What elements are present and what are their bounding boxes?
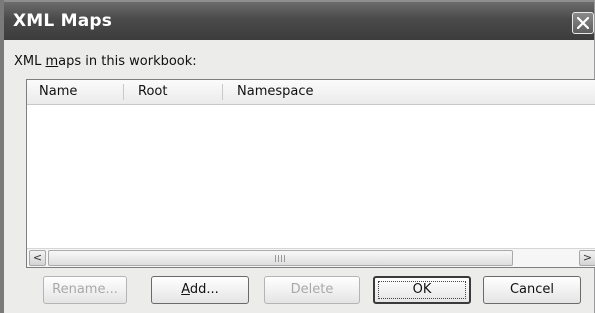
xml-maps-list[interactable]: Name Root Namespace < > [26, 79, 595, 268]
cancel-button[interactable]: Cancel [483, 276, 581, 304]
horizontal-scrollbar[interactable]: < > [27, 248, 595, 267]
delete-button-label: Delete [290, 282, 334, 297]
list-header: Name Root Namespace [27, 80, 595, 105]
caption-accelerator: m [45, 54, 59, 69]
column-header-name[interactable]: Name [39, 80, 77, 104]
chevron-left-icon: < [32, 251, 43, 264]
close-icon [577, 17, 589, 29]
add-accelerator: A [181, 282, 190, 297]
title-bar: XML Maps [4, 0, 594, 40]
ok-button-label: OK [412, 282, 432, 297]
cancel-button-label: Cancel [509, 282, 555, 297]
scroll-right-button[interactable]: > [579, 250, 595, 266]
dialog-title: XML Maps [13, 11, 113, 31]
caption-prefix: XML [14, 54, 46, 69]
column-header-root[interactable]: Root [138, 80, 167, 104]
ok-button[interactable]: OK [373, 276, 471, 304]
maps-list-caption: XML maps in this workbook: [14, 54, 197, 69]
column-divider[interactable] [123, 84, 124, 100]
column-header-namespace[interactable]: Namespace [237, 80, 314, 104]
close-button[interactable] [572, 12, 594, 34]
caption-suffix: aps in this workbook: [58, 54, 197, 69]
column-divider[interactable] [222, 84, 223, 100]
delete-button[interactable]: Delete [264, 276, 360, 304]
scroll-thumb[interactable] [48, 250, 513, 266]
add-button-label: dd... [189, 282, 219, 297]
rename-button[interactable]: Rename... [43, 276, 127, 304]
rename-button-label: Rename... [52, 282, 118, 297]
xml-maps-dialog: XML Maps XML maps in this workbook: Name… [0, 0, 595, 313]
grip-icon [275, 255, 285, 262]
scroll-left-button[interactable]: < [29, 250, 46, 266]
add-button[interactable]: Add... [151, 276, 249, 304]
chevron-right-icon: > [582, 251, 593, 264]
